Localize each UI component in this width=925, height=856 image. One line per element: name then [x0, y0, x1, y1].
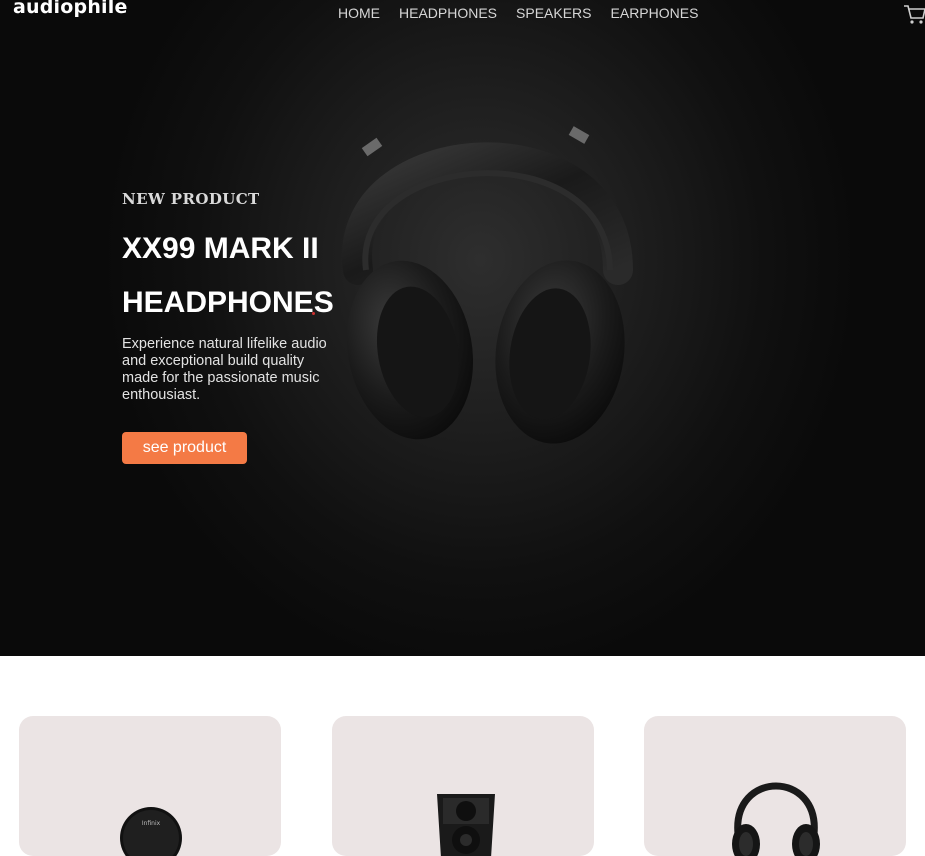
hero-description: Experience natural lifelike audio and ex… [122, 336, 327, 403]
nav-earphones[interactable]: EARPHONES [611, 5, 699, 21]
hero-title: XX99 MARK II HEADPHONES [122, 232, 334, 319]
red-dot-marker [312, 312, 315, 315]
logo[interactable]: audiophile [13, 0, 128, 18]
floor-speaker-image [437, 794, 495, 856]
hero-section: audiophile HOME HEADPHONES SPEAKERS EARP… [0, 0, 925, 656]
portable-speaker-image: Infinix [120, 807, 182, 856]
category-card-headphones[interactable] [644, 716, 906, 856]
category-card-speaker[interactable]: Infinix [19, 716, 281, 856]
see-product-button[interactable]: see product [122, 432, 247, 464]
headphones-image [732, 782, 820, 856]
speaker-brand-label: Infinix [142, 820, 161, 827]
nav-home[interactable]: HOME [338, 5, 380, 21]
main-nav: HOME HEADPHONES SPEAKERS EARPHONES [338, 5, 717, 21]
category-card-floor-speaker[interactable] [332, 716, 594, 856]
hero-eyebrow: NEW PRODUCT [122, 190, 260, 208]
nav-speakers[interactable]: SPEAKERS [516, 5, 591, 21]
cart-icon[interactable] [903, 3, 925, 25]
nav-headphones[interactable]: HEADPHONES [399, 5, 497, 21]
headphones-hero-image [342, 126, 633, 444]
